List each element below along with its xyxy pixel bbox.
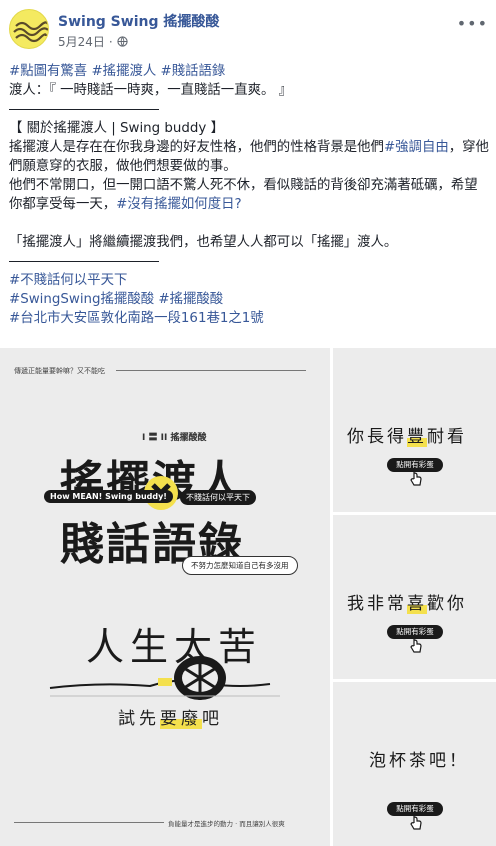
poster-try-suffix: 吧 bbox=[202, 709, 223, 729]
lying-figure-icon bbox=[49, 656, 280, 700]
poster-try-prefix: 試先 bbox=[118, 709, 160, 729]
side-card-text: 我非常喜歡你 bbox=[347, 589, 467, 614]
poster-try-text: 試先要廢吧 bbox=[118, 704, 223, 729]
hashtag-line: #點圖有驚喜 #搖擺渡人 #賤話語錄 bbox=[9, 62, 489, 81]
side-card-text: 泡杯茶吧！ bbox=[369, 746, 469, 771]
about-paragraph-2: 他們不常開口，但一開口語不驚人死不休，看似賤話的背後卻充滿著砥礪，希望你都享受每… bbox=[9, 176, 489, 214]
poster-rule bbox=[14, 822, 164, 823]
poster-speech-bubble: 不努力怎麼知道自己有多沒用 bbox=[182, 556, 298, 575]
about-paragraph-3: 「搖擺渡人」將繼續擺渡我們，也希望人人都可以「搖擺」渡人。 bbox=[9, 235, 398, 250]
poster-sub-pill: 不賤話何以平天下 bbox=[180, 490, 256, 505]
hashtag-link[interactable]: #搖擺渡人 bbox=[91, 64, 156, 79]
side-photo-2[interactable]: 我非常喜歡你 點開有彩蛋 bbox=[333, 515, 496, 679]
side-text-highlight: 喜 bbox=[407, 594, 427, 614]
side-text-part: 我非常 bbox=[347, 594, 407, 614]
side-text-part: 耐看 bbox=[427, 427, 467, 447]
globe-icon[interactable] bbox=[117, 36, 128, 47]
para2-text: 他們不常開口，但一開口語不驚人死不休，看似賤話的背後卻充滿著砥礪，希望你都享受每… bbox=[9, 178, 478, 212]
main-poster-photo[interactable]: 傳遞正能量要幹嘛？又不能吃 I 〓 II 搖擺酸酸 搖擺渡人 How MEAN!… bbox=[0, 348, 330, 846]
photo-grid: 傳遞正能量要幹嘛？又不能吃 I 〓 II 搖擺酸酸 搖擺渡人 How MEAN!… bbox=[0, 348, 496, 846]
hashtag-link[interactable]: #SwingSwing搖擺酸酸 bbox=[9, 292, 154, 307]
post-date[interactable]: 5月24日 bbox=[58, 33, 105, 50]
hashtag-link[interactable]: #台北市大安區敦化南路一段161巷1之1號 bbox=[9, 311, 264, 326]
about-paragraph-1: 搖擺渡人是存在在你我身邊的好友性格，他們的性格背景是他們#強調自由，穿他們願意穿… bbox=[9, 138, 489, 176]
poster-try-highlight: 要廢 bbox=[160, 709, 202, 729]
side-text-part: 歡你 bbox=[427, 594, 467, 614]
post-header: Swing Swing 搖擺酸酸 5月24日 · ••• bbox=[0, 0, 496, 56]
meta-separator: · bbox=[108, 34, 113, 49]
quote-line: 渡人：『 一時賤話一時爽，一直賤話一直爽。 』 bbox=[9, 83, 293, 98]
post-body: #點圖有驚喜 #搖擺渡人 #賤話語錄 渡人：『 一時賤話一時爽，一直賤話一直爽。… bbox=[9, 62, 489, 328]
about-heading: 【 關於搖擺渡人 | Swing buddy 】 bbox=[9, 121, 224, 136]
wave-logo-icon bbox=[13, 21, 48, 43]
side-text-part: 泡杯茶吧！ bbox=[369, 751, 469, 771]
hashtag-link[interactable]: #搖擺酸酸 bbox=[158, 292, 223, 307]
hashtag-link[interactable]: #賤話語錄 bbox=[161, 64, 226, 79]
poster-mean-pill: How MEAN! Swing buddy! bbox=[44, 490, 173, 503]
side-photo-1[interactable]: 你長得豐耐看 點開有彩蛋 bbox=[333, 348, 496, 512]
hashtag-link[interactable]: #沒有搖擺如何度日? bbox=[116, 197, 241, 212]
poster-top-text: 傳遞正能量要幹嘛？又不能吃 bbox=[14, 367, 105, 375]
divider-line bbox=[9, 261, 159, 262]
poster-brand: I 〓 II 搖擺酸酸 bbox=[142, 433, 207, 443]
pointer-hand-icon bbox=[410, 815, 422, 830]
page-name-link[interactable]: Swing Swing 搖擺酸酸 bbox=[58, 11, 219, 31]
pointer-hand-icon bbox=[410, 471, 422, 486]
post-meta: 5月24日 · bbox=[58, 33, 128, 50]
side-card-text: 你長得豐耐看 bbox=[347, 422, 467, 447]
hashtag-link[interactable]: #強調自由 bbox=[384, 140, 449, 155]
hashtag-link[interactable]: #不賤話何以平天下 bbox=[9, 273, 127, 288]
page-avatar[interactable] bbox=[9, 9, 49, 49]
side-photo-3[interactable]: 泡杯茶吧！ 點開有彩蛋 bbox=[333, 682, 496, 846]
poster-rule bbox=[116, 370, 306, 371]
side-text-part: 你長得 bbox=[347, 427, 407, 447]
side-text-highlight: 豐 bbox=[407, 427, 427, 447]
pointer-hand-icon bbox=[410, 638, 422, 653]
poster-bottom-text: 負能量才是進步的動力 · 而且讓別人很爽 bbox=[168, 820, 285, 828]
para1-text: 搖擺渡人是存在在你我身邊的好友性格，他們的性格背景是他們 bbox=[9, 140, 384, 155]
divider-line bbox=[9, 109, 159, 110]
hashtag-link[interactable]: #點圖有驚喜 bbox=[9, 64, 87, 79]
more-options-icon[interactable]: ••• bbox=[457, 14, 488, 33]
